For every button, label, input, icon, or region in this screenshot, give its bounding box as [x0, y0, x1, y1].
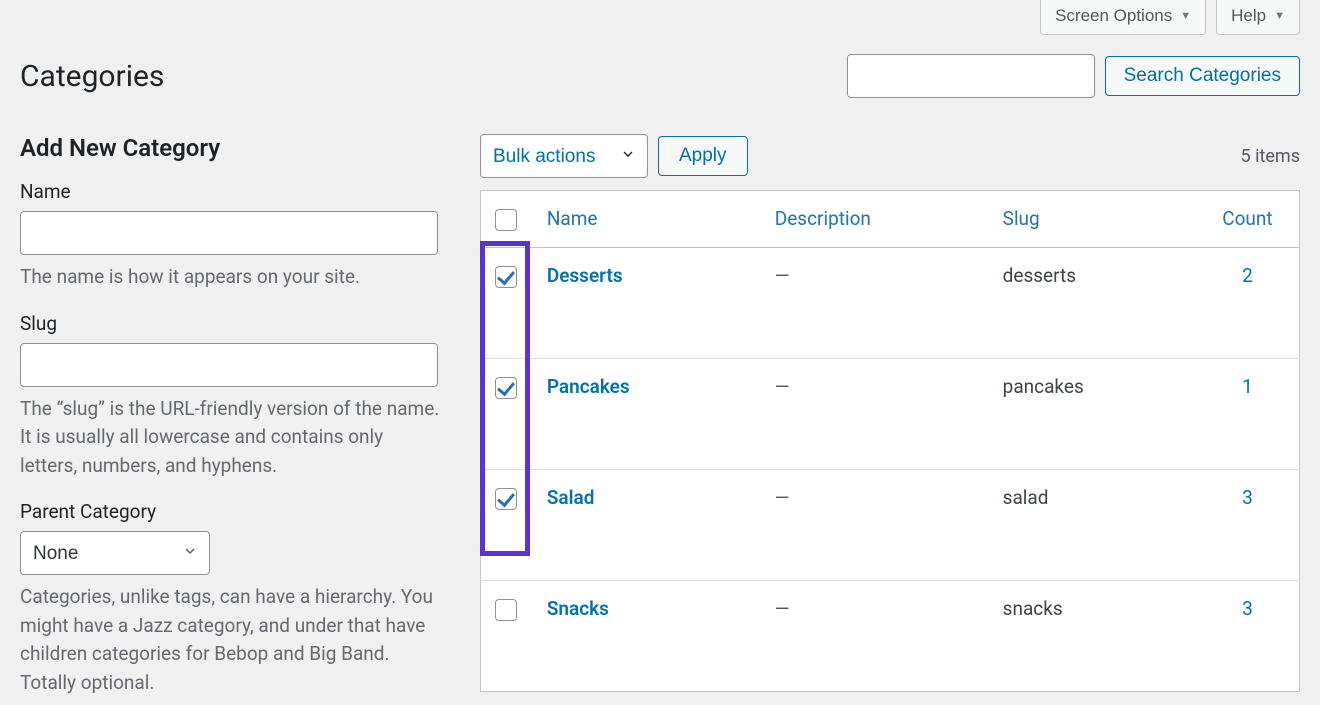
row-checkbox[interactable] — [495, 377, 517, 399]
category-description: — — [761, 580, 989, 691]
column-header-slug[interactable]: Slug — [1003, 207, 1040, 230]
help-label: Help — [1231, 6, 1266, 26]
column-header-name[interactable]: Name — [547, 207, 598, 230]
search-categories-button[interactable]: Search Categories — [1105, 56, 1300, 96]
category-count-link[interactable]: 1 — [1242, 375, 1253, 398]
category-link[interactable]: Pancakes — [547, 375, 630, 398]
screen-options-label: Screen Options — [1055, 6, 1172, 26]
select-all-checkbox[interactable] — [495, 209, 517, 231]
parent-category-description: Categories, unlike tags, can have a hier… — [20, 583, 440, 697]
screen-options-button[interactable]: Screen Options ▼ — [1040, 0, 1206, 35]
column-header-count[interactable]: Count — [1222, 207, 1272, 230]
table-row: Snacks —snacks 3 — [481, 580, 1300, 691]
categories-table: Name Description Slug Count Desserts—des… — [480, 190, 1300, 692]
row-checkbox[interactable] — [495, 266, 517, 288]
category-description: — — [761, 247, 989, 358]
row-checkbox[interactable] — [495, 488, 517, 510]
chevron-down-icon: ▼ — [1274, 10, 1285, 22]
category-link[interactable]: Snacks — [547, 597, 609, 620]
name-input[interactable] — [20, 211, 438, 255]
category-slug: pancakes — [989, 358, 1196, 469]
category-link[interactable]: Salad — [547, 486, 595, 509]
category-count-link[interactable]: 2 — [1242, 264, 1253, 287]
bulk-actions-select[interactable]: Bulk actions — [480, 134, 648, 178]
parent-category-label: Parent Category — [20, 500, 440, 523]
category-description: — — [761, 358, 989, 469]
items-count: 5 items — [1241, 146, 1300, 167]
name-description: The name is how it appears on your site. — [20, 263, 440, 292]
category-description: — — [761, 469, 989, 580]
slug-description: The “slug” is the URL-friendly version o… — [20, 395, 440, 481]
category-slug: snacks — [989, 580, 1196, 691]
category-count-link[interactable]: 3 — [1242, 597, 1253, 620]
category-slug: desserts — [989, 247, 1196, 358]
category-count-link[interactable]: 3 — [1242, 486, 1253, 509]
table-row: Salad —salad 3 — [481, 469, 1300, 580]
category-link[interactable]: Desserts — [547, 264, 623, 287]
slug-input[interactable] — [20, 343, 438, 387]
column-header-description[interactable]: Description — [775, 207, 871, 230]
add-category-heading: Add New Category — [20, 134, 440, 162]
table-row: Pancakes —pancakes 1 — [481, 358, 1300, 469]
parent-category-select[interactable]: None — [20, 531, 210, 575]
help-button[interactable]: Help ▼ — [1216, 0, 1300, 35]
table-header-row: Name Description Slug Count — [481, 191, 1300, 248]
apply-button[interactable]: Apply — [658, 136, 748, 176]
row-checkbox[interactable] — [495, 599, 517, 621]
name-label: Name — [20, 180, 440, 203]
table-row: Desserts —desserts 2 — [481, 247, 1300, 358]
search-input[interactable] — [847, 54, 1095, 98]
category-slug: salad — [989, 469, 1196, 580]
chevron-down-icon: ▼ — [1180, 10, 1191, 22]
slug-label: Slug — [20, 312, 440, 335]
